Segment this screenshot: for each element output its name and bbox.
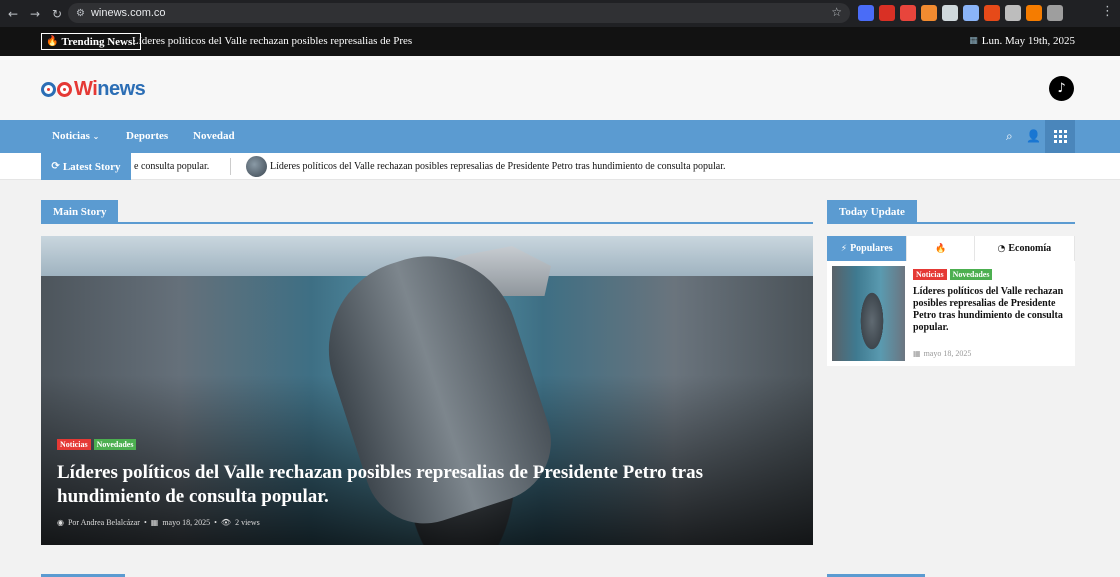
latest-thumbnail[interactable]	[246, 156, 267, 177]
latest-ticker-fragment[interactable]: e consulta popular.	[134, 161, 209, 172]
main-story-categories: Noticias Novedades	[57, 439, 137, 450]
category-badge[interactable]: Noticias	[913, 269, 947, 280]
main-nav: Noticias ⌄ Deportes Novedad ⌕ 👤	[0, 120, 1120, 153]
calendar-icon: ▦	[969, 36, 978, 46]
trending-bar: 🔥 Trending News: Líderes políticos del V…	[0, 27, 1120, 56]
browser-extension-icon[interactable]	[1047, 5, 1063, 21]
latest-label-text: Latest Story	[62, 160, 121, 173]
post-date: mayo 18, 2025	[162, 518, 211, 527]
back-icon[interactable]: ←	[4, 5, 22, 23]
nav-item-noticias[interactable]: Noticias ⌄	[52, 130, 99, 142]
logo-part1: Wi	[74, 78, 98, 100]
card-headline[interactable]: Líderes políticos del Valle rechazan pos…	[913, 286, 1069, 334]
address-bar[interactable]: ⚙ winews.com.co ☆	[68, 3, 850, 23]
browser-extension-icon[interactable]	[921, 5, 937, 21]
logo-part2: news	[97, 78, 146, 100]
today-update-title: Today Update	[827, 200, 917, 224]
browser-extension-icon[interactable]	[984, 5, 1000, 21]
trending-headline[interactable]: Líderes políticos del Valle rechazan pos…	[132, 35, 412, 47]
fire-icon: 🔥	[46, 36, 59, 47]
browser-extension-icon[interactable]	[900, 5, 916, 21]
main-story-title: Main Story	[41, 200, 119, 224]
chevron-down-icon: ⌄	[92, 132, 100, 141]
author-name[interactable]: Por Andrea Belalcázar	[68, 518, 140, 527]
view-count: 2 views	[235, 518, 260, 527]
calendar-icon: ▦	[913, 349, 921, 358]
trending-label-text: Trending News:	[61, 35, 136, 48]
browser-extension-icon[interactable]	[1005, 5, 1021, 21]
nav-label: Noticias	[52, 130, 90, 142]
eye-icon: 👁	[220, 518, 232, 527]
main-story-meta: ◉ Por Andrea Belalcázar • ▦ mayo 18, 202…	[57, 518, 260, 527]
today-update-tabs: ⚡ Populares 🔥 ◔ Economía	[827, 236, 1075, 261]
tab-economia[interactable]: ◔ Economía	[975, 236, 1075, 261]
ticker-divider	[230, 158, 231, 175]
card-date: ▦ mayo 18, 2025	[913, 349, 971, 358]
tab-label: Economía	[1008, 243, 1052, 254]
nav-item-novedad[interactable]: Novedad	[193, 130, 235, 142]
forward-icon[interactable]: →	[26, 5, 44, 23]
main-story-headline[interactable]: Líderes políticos del Valle rechazan pos…	[57, 461, 797, 509]
reload-icon[interactable]: ↻	[48, 5, 66, 23]
fire-icon: 🔥	[934, 243, 947, 254]
spinner-icon: ⟳	[51, 161, 60, 172]
browser-extension-icon[interactable]	[942, 5, 958, 21]
tab-label: Populares	[850, 243, 893, 254]
latest-story-label: ⟳ Latest Story	[41, 153, 131, 180]
bolt-icon: ⚡	[840, 243, 848, 254]
logo-mark-icon	[41, 82, 72, 97]
search-icon[interactable]: ⌕	[1006, 129, 1013, 144]
main-story-card[interactable]: Noticias Novedades Líderes políticos del…	[41, 236, 813, 545]
meta-separator: •	[214, 518, 217, 527]
site-settings-icon[interactable]: ⚙	[76, 8, 85, 19]
card-thumbnail[interactable]	[832, 266, 905, 361]
grid-menu-icon[interactable]	[1045, 120, 1075, 153]
category-badge[interactable]: Novedades	[93, 439, 137, 450]
meta-separator: •	[143, 518, 147, 527]
browser-extension-icon[interactable]	[1026, 5, 1042, 21]
browser-menu-icon[interactable]: ⋮	[1101, 4, 1114, 19]
card-categories: Noticias Novedades	[913, 269, 993, 280]
extensions-bar	[858, 5, 1063, 21]
date-text: Lun. May 19th, 2025	[981, 35, 1075, 47]
browser-extension-icon[interactable]	[858, 5, 874, 21]
card-date-text: mayo 18, 2025	[923, 349, 972, 358]
clock-icon: ◔	[997, 243, 1006, 254]
tab-populares[interactable]: ⚡ Populares	[827, 236, 908, 261]
today-update-header: Today Update	[827, 200, 1075, 224]
browser-extension-icon[interactable]	[879, 5, 895, 21]
url-text[interactable]: winews.com.co	[91, 7, 166, 19]
current-date: ▦ Lun. May 19th, 2025	[969, 35, 1075, 47]
bookmark-star-icon[interactable]: ☆	[831, 5, 842, 19]
calendar-icon: ▦	[150, 518, 159, 527]
author-icon: ◉	[57, 518, 64, 527]
category-badge[interactable]: Novedades	[949, 269, 993, 280]
tab-trending[interactable]: 🔥	[907, 236, 975, 261]
logo-ring-icon	[57, 82, 72, 97]
user-icon[interactable]: 👤	[1026, 129, 1041, 143]
browser-extension-icon[interactable]	[963, 5, 979, 21]
latest-story-bar: ⟳ Latest Story e consulta popular. Líder…	[0, 153, 1120, 180]
latest-ticker-headline[interactable]: Líderes políticos del Valle rechazan pos…	[270, 161, 726, 172]
logo-ring-icon	[41, 82, 56, 97]
site-header: Winews ♪	[0, 56, 1120, 120]
category-badge[interactable]: Noticias	[57, 439, 91, 450]
trending-label: 🔥 Trending News:	[41, 33, 141, 50]
site-logo[interactable]: Winews	[41, 78, 146, 101]
today-update-card[interactable]: Noticias Novedades Líderes políticos del…	[827, 261, 1075, 366]
main-story-header: Main Story	[41, 200, 813, 224]
logo-wordmark: Winews	[74, 78, 146, 101]
nav-item-deportes[interactable]: Deportes	[126, 130, 168, 142]
tiktok-icon[interactable]: ♪	[1049, 76, 1074, 101]
browser-toolbar: ← → ↻ ⚙ winews.com.co ☆ ⋮	[0, 0, 1120, 27]
